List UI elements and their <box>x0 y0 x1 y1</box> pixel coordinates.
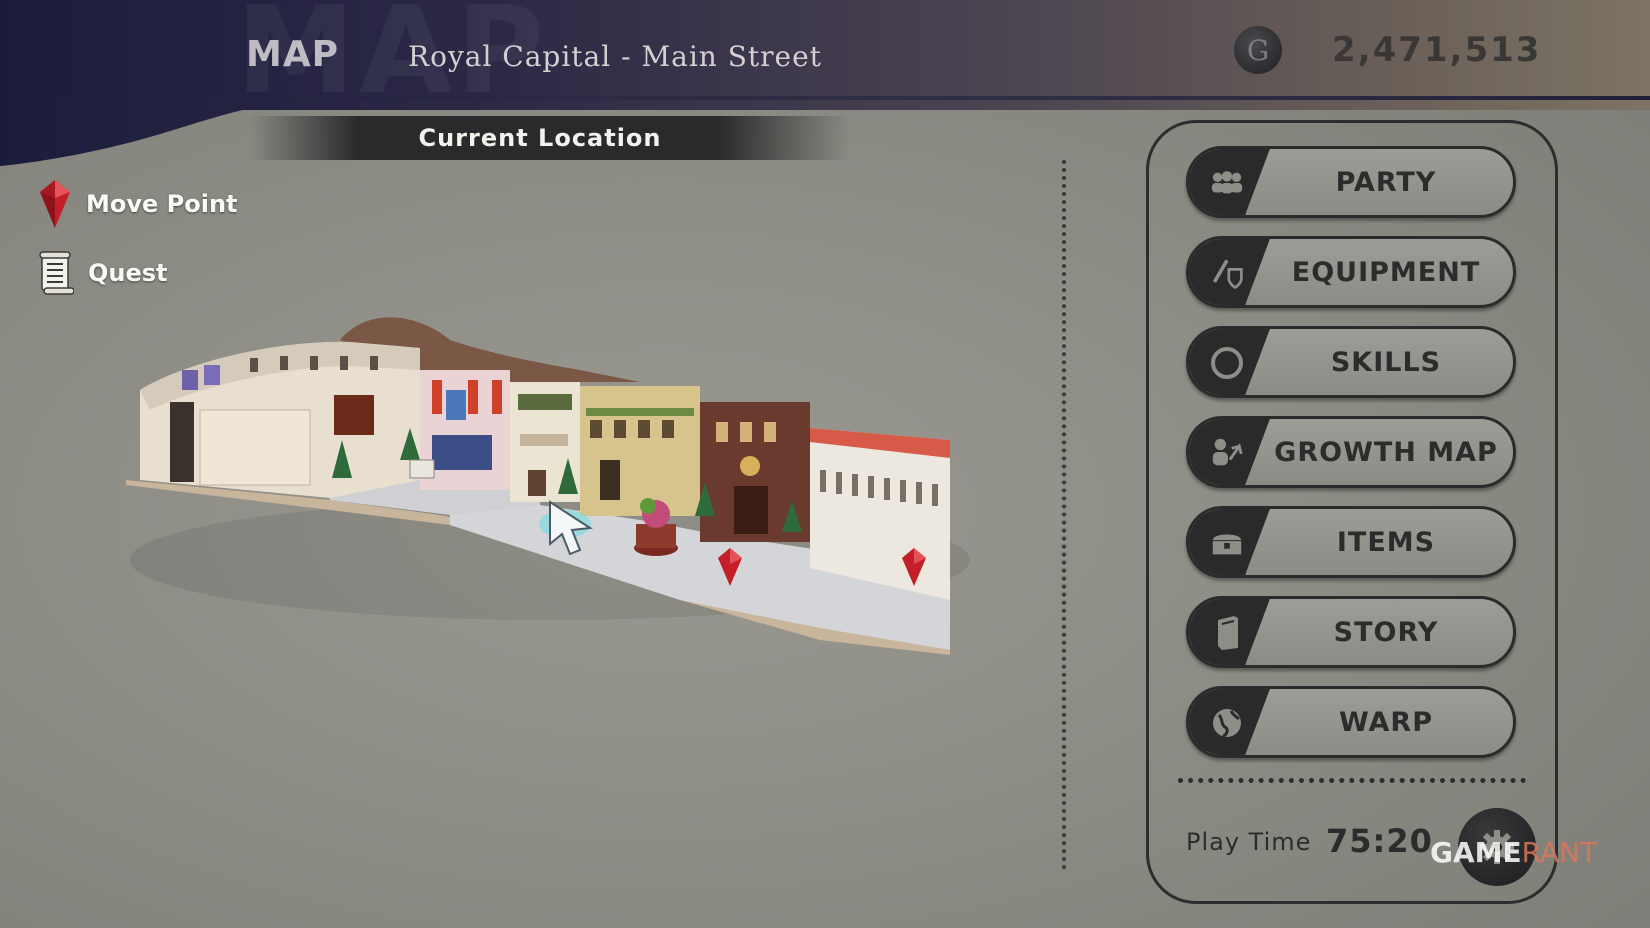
skills-button[interactable]: SKILLS <box>1186 326 1516 398</box>
globe-icon <box>1209 705 1245 741</box>
gold-coin-icon: G <box>1234 26 1282 74</box>
equipment-button-label: EQUIPMENT <box>1291 257 1481 288</box>
growth-icon <box>1209 435 1245 471</box>
header-bar: MAP MAP Royal Capital - Main Street G 2,… <box>0 0 1650 121</box>
town-diorama-map[interactable] <box>120 310 1000 690</box>
growth-map-button-label: GROWTH MAP <box>1274 437 1498 468</box>
gold-amount: 2,471,513 <box>1332 30 1542 70</box>
equipment-button[interactable]: EQUIPMENT <box>1186 236 1516 308</box>
warp-button-label: WARP <box>1338 707 1434 738</box>
sword-shield-icon <box>1209 255 1245 291</box>
story-button[interactable]: STORY <box>1186 596 1516 668</box>
legend-quest-label: Quest <box>88 259 168 287</box>
scroll-icon <box>39 251 74 295</box>
party-button[interactable]: PARTY <box>1186 146 1516 218</box>
page-title: MAP <box>246 34 340 75</box>
growth-map-button[interactable]: GROWTH MAP <box>1186 416 1516 488</box>
skills-button-label: SKILLS <box>1330 347 1442 378</box>
playtime-value: 75:20 <box>1326 822 1433 860</box>
legend-quest: Quest <box>38 250 168 296</box>
location-name: Royal Capital - Main Street <box>408 40 822 73</box>
red-crystal-icon <box>40 180 70 228</box>
current-location-label: Current Location <box>418 124 662 152</box>
items-button-label: ITEMS <box>1336 527 1436 558</box>
panel-divider <box>1178 778 1526 783</box>
circle-icon <box>1209 345 1245 381</box>
chest-icon <box>1209 525 1245 561</box>
legend-move-point-label: Move Point <box>86 190 238 218</box>
current-location-bar: Current Location <box>250 116 850 160</box>
warp-button[interactable]: WARP <box>1186 686 1516 758</box>
building-inn <box>580 386 700 516</box>
party-button-label: PARTY <box>1335 167 1437 198</box>
book-icon <box>1209 615 1245 651</box>
story-button-label: STORY <box>1333 617 1439 648</box>
gamerant-watermark: GAMERANT <box>1430 836 1598 869</box>
legend-move-point: Move Point <box>38 178 238 230</box>
party-icon <box>1209 165 1245 201</box>
playtime-label: Play Time <box>1186 828 1312 856</box>
items-button[interactable]: ITEMS <box>1186 506 1516 578</box>
vertical-divider <box>1062 160 1066 870</box>
